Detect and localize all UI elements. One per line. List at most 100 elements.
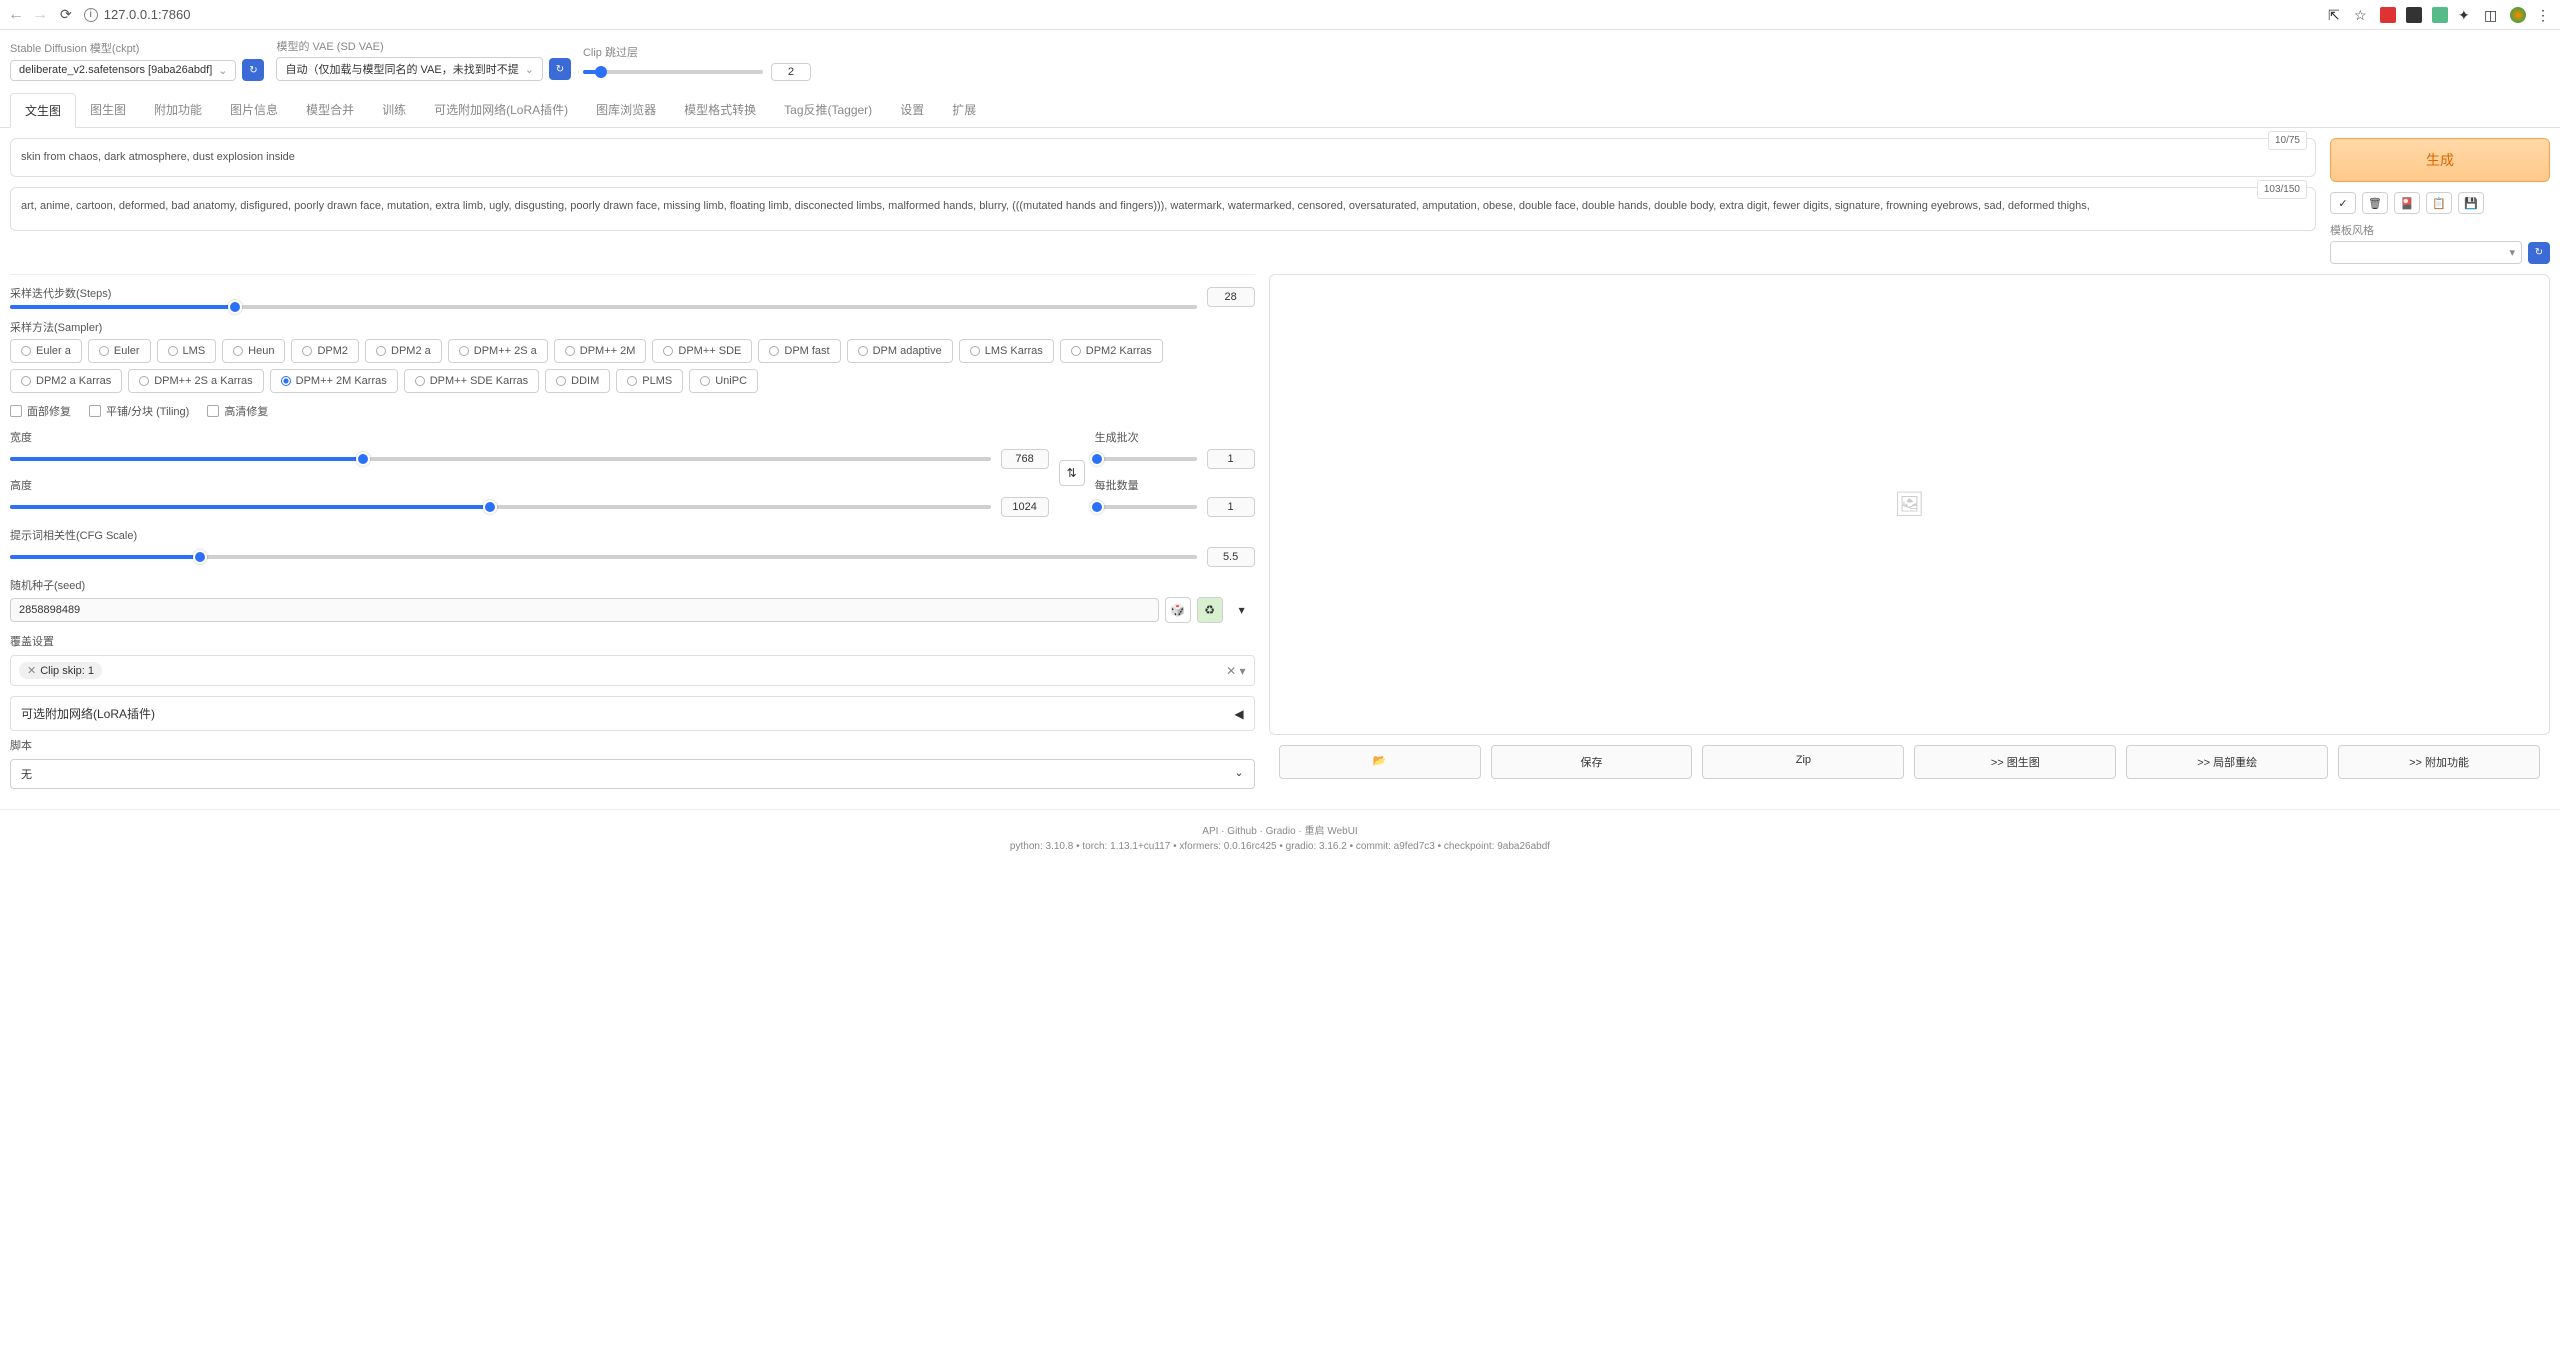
sampler-dpm-2m[interactable]: DPM++ 2M [554, 339, 647, 363]
style-select[interactable]: ▾ [2330, 241, 2522, 264]
tab-3[interactable]: 图片信息 [216, 93, 292, 127]
seed-random-button[interactable]: 🎲 [1165, 597, 1191, 623]
positive-prompt[interactable]: 10/75 skin from chaos, dark atmosphere, … [10, 138, 2316, 177]
share-icon[interactable]: ⇱ [2328, 7, 2344, 23]
sampler-dpm2-a-karras[interactable]: DPM2 a Karras [10, 369, 122, 393]
send-extras-button[interactable]: >> 附加功能 [2338, 745, 2540, 779]
window-icon[interactable]: ◫ [2484, 7, 2500, 23]
footer-links[interactable]: API · Github · Gradio · 重启 WebUI [12, 822, 2548, 837]
batch-count-slider[interactable] [1095, 457, 1197, 461]
paste-button[interactable]: 📋 [2426, 192, 2452, 214]
profile-icon[interactable] [2510, 7, 2526, 23]
tab-2[interactable]: 附加功能 [140, 93, 216, 127]
style-refresh[interactable]: ↻ [2528, 242, 2550, 264]
sampler-dpm2[interactable]: DPM2 [291, 339, 359, 363]
reload-icon[interactable]: ⟳ [60, 6, 72, 23]
ckpt-refresh[interactable]: ↻ [242, 59, 264, 81]
chevron-down-icon: ▾ [2509, 246, 2515, 259]
sampler-dpm-sde-karras[interactable]: DPM++ SDE Karras [404, 369, 539, 393]
sampler-heun[interactable]: Heun [222, 339, 285, 363]
sampler-dpm-adaptive[interactable]: DPM adaptive [847, 339, 953, 363]
cfg-value[interactable]: 5.5 [1207, 547, 1255, 567]
clip-value[interactable]: 2 [771, 63, 811, 81]
seed-extra-toggle[interactable]: ▾ [1229, 597, 1255, 623]
cfg-slider[interactable] [10, 555, 1197, 559]
zip-button[interactable]: Zip [1702, 745, 1904, 779]
clip-slider[interactable] [583, 70, 763, 74]
tab-5[interactable]: 训练 [368, 93, 420, 127]
batch-size-slider[interactable] [1095, 505, 1197, 509]
sampler-dpm-fast[interactable]: DPM fast [758, 339, 840, 363]
sampler-euler[interactable]: Euler [88, 339, 151, 363]
width-value[interactable]: 768 [1001, 449, 1049, 469]
swap-dimensions-button[interactable]: ⇅ [1059, 460, 1085, 486]
ckpt-select[interactable]: deliberate_v2.safetensors [9aba26abdf] ⌄ [10, 60, 236, 81]
sampler-dpm2-a[interactable]: DPM2 a [365, 339, 442, 363]
hires-checkbox[interactable]: 高清修复 [207, 403, 268, 419]
clip-label: Clip 跳过层 [583, 44, 811, 60]
puzzle-icon[interactable]: ✦ [2458, 7, 2474, 23]
url-bar[interactable]: i 127.0.0.1:7860 [84, 7, 2316, 22]
close-icon[interactable]: ✕ [27, 664, 36, 677]
steps-label: 采样迭代步数(Steps) [10, 285, 1197, 301]
sampler-ddim[interactable]: DDIM [545, 369, 610, 393]
nav-forward[interactable]: → [32, 6, 48, 24]
save-button[interactable]: 💾 [2458, 192, 2484, 214]
tab-10[interactable]: 设置 [886, 93, 938, 127]
nav-back[interactable]: ← [8, 6, 24, 24]
sampler-lms[interactable]: LMS [157, 339, 217, 363]
width-label: 宽度 [10, 429, 1049, 445]
vae-select[interactable]: 自动（仅加载与模型同名的 VAE，未找到时不提 ⌄ [276, 57, 542, 81]
height-slider[interactable] [10, 505, 991, 509]
clear-button[interactable]: 🗑 [2362, 192, 2388, 214]
height-value[interactable]: 1024 [1001, 497, 1049, 517]
sampler-dpm-sde[interactable]: DPM++ SDE [652, 339, 752, 363]
send-inpaint-button[interactable]: >> 局部重绘 [2126, 745, 2328, 779]
tab-6[interactable]: 可选附加网络(LoRA插件) [420, 93, 582, 127]
batch-count-value[interactable]: 1 [1207, 449, 1255, 469]
interrogate-button[interactable]: ✓ [2330, 192, 2356, 214]
tab-0[interactable]: 文生图 [10, 93, 76, 128]
height-label: 高度 [10, 477, 1049, 493]
face-restore-checkbox[interactable]: 面部修复 [10, 403, 71, 419]
clear-override-icon[interactable]: ✕ ▾ [1226, 664, 1245, 678]
star-icon[interactable]: ☆ [2354, 7, 2370, 23]
ext-icon-3[interactable] [2432, 7, 2448, 23]
sampler-dpm2-karras[interactable]: DPM2 Karras [1060, 339, 1163, 363]
batch-size-value[interactable]: 1 [1207, 497, 1255, 517]
override-chip[interactable]: ✕Clip skip: 1 [19, 662, 102, 679]
seed-input[interactable]: 2858898489 [10, 598, 1159, 622]
sampler-label: 采样方法(Sampler) [10, 319, 1255, 335]
tab-4[interactable]: 模型合并 [292, 93, 368, 127]
sampler-unipc[interactable]: UniPC [689, 369, 758, 393]
generate-button[interactable]: 生成 [2330, 138, 2550, 182]
tab-7[interactable]: 图库浏览器 [582, 93, 670, 127]
menu-icon[interactable]: ⋮ [2536, 7, 2552, 23]
steps-value[interactable]: 28 [1207, 287, 1255, 307]
steps-slider[interactable] [10, 305, 1197, 309]
sampler-lms-karras[interactable]: LMS Karras [959, 339, 1054, 363]
tab-1[interactable]: 图生图 [76, 93, 140, 127]
vae-refresh[interactable]: ↻ [549, 58, 571, 80]
sampler-dpm-2m-karras[interactable]: DPM++ 2M Karras [270, 369, 398, 393]
ext-icon-2[interactable] [2406, 7, 2422, 23]
sampler-plms[interactable]: PLMS [616, 369, 683, 393]
sampler-euler-a[interactable]: Euler a [10, 339, 82, 363]
cfg-label: 提示词相关性(CFG Scale) [10, 527, 1255, 543]
save-button[interactable]: 保存 [1491, 745, 1693, 779]
tab-8[interactable]: 模型格式转换 [670, 93, 770, 127]
negative-prompt[interactable]: 103/150 art, anime, cartoon, deformed, b… [10, 187, 2316, 231]
ext-icon-1[interactable] [2380, 7, 2396, 23]
width-slider[interactable] [10, 457, 991, 461]
extra-button[interactable]: 🎴 [2394, 192, 2420, 214]
sampler-dpm-2s-a[interactable]: DPM++ 2S a [448, 339, 548, 363]
open-folder-button[interactable]: 📂 [1279, 745, 1481, 779]
script-select[interactable]: 无 ⌄ [10, 759, 1255, 789]
sampler-dpm-2s-a-karras[interactable]: DPM++ 2S a Karras [128, 369, 263, 393]
lora-accordion[interactable]: 可选附加网络(LoRA插件) ◀ [10, 696, 1255, 731]
seed-reuse-button[interactable]: ♻ [1197, 597, 1223, 623]
tab-9[interactable]: Tag反推(Tagger) [770, 93, 886, 127]
tiling-checkbox[interactable]: 平铺/分块 (Tiling) [89, 403, 189, 419]
tab-11[interactable]: 扩展 [938, 93, 990, 127]
send-img2img-button[interactable]: >> 图生图 [1914, 745, 2116, 779]
